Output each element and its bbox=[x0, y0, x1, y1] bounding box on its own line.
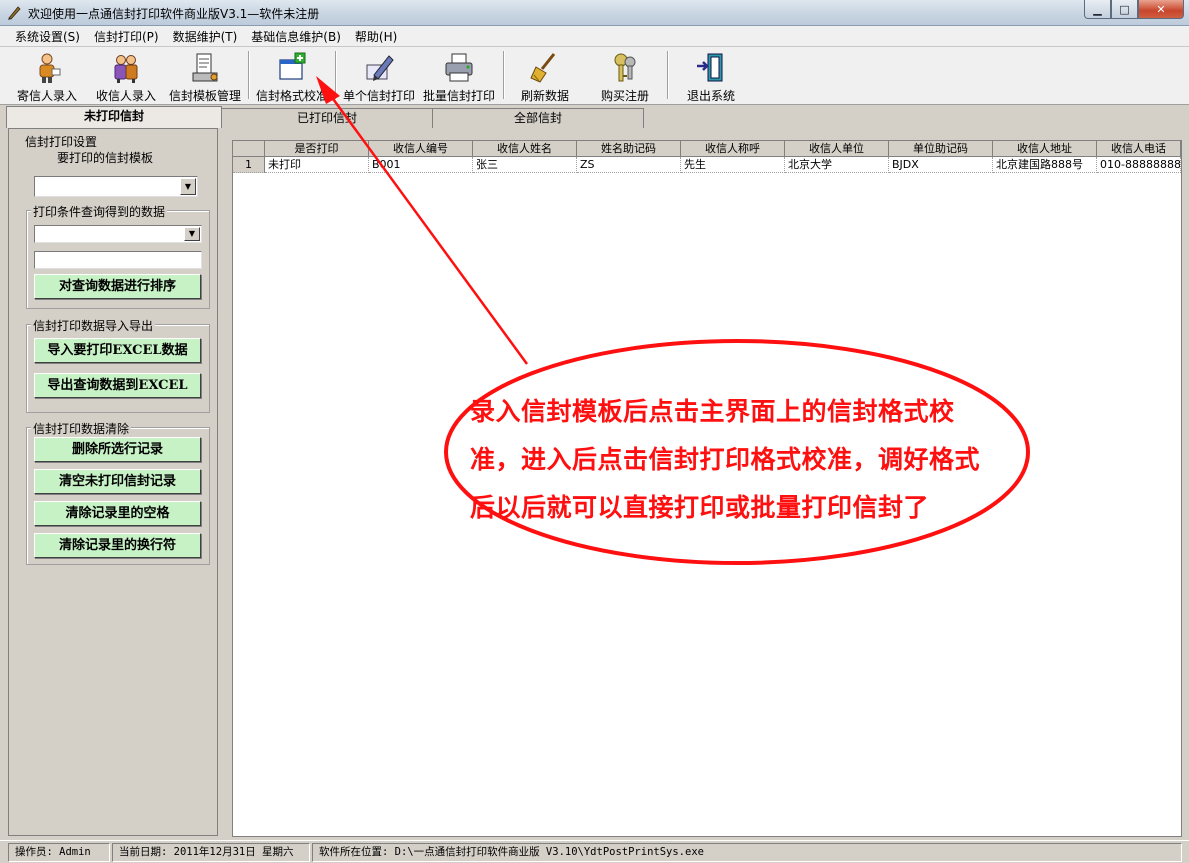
title-bar: 欢迎使用一点通信封打印软件商业版V3.1—软件未注册 ▁ □ ✕ bbox=[0, 0, 1189, 26]
batch-print-button[interactable]: 批量信封打印 bbox=[419, 49, 499, 103]
recipient-people-icon bbox=[114, 55, 138, 83]
table-cell[interactable]: 010-88888888 bbox=[1097, 157, 1181, 173]
exit-door-icon bbox=[697, 53, 723, 82]
column-header[interactable]: 单位助记码 bbox=[889, 141, 993, 157]
table-cell[interactable]: 未打印 bbox=[265, 157, 369, 173]
import-export-title: 信封打印数据导入导出 bbox=[31, 317, 156, 334]
toolbar-separator bbox=[335, 51, 337, 99]
tab-all[interactable]: 全部信封 bbox=[432, 108, 644, 128]
buy-register-button[interactable]: 购买注册 bbox=[586, 49, 664, 103]
query-condition-select[interactable]: ▼ bbox=[34, 225, 202, 243]
grid-corner bbox=[233, 141, 265, 157]
tab-strip: 未打印信封 已打印信封 全部信封 bbox=[0, 106, 1189, 128]
column-header[interactable]: 收信人称呼 bbox=[681, 141, 785, 157]
clear-unprinted-button[interactable]: 清空未打印信封记录 bbox=[34, 469, 201, 494]
chevron-down-icon[interactable]: ▼ bbox=[184, 227, 200, 241]
export-excel-button[interactable]: 导出查询数据到EXCEL bbox=[34, 373, 201, 398]
status-location: 软件所在位置: D:\一点通信封打印软件商业版 V3.10\YdtPostPri… bbox=[312, 843, 1182, 862]
table-cell[interactable]: ZS bbox=[577, 157, 681, 173]
toolbar-separator bbox=[667, 51, 669, 99]
refresh-data-button[interactable]: 刷新数据 bbox=[506, 49, 584, 103]
status-operator: 操作员: Admin bbox=[8, 843, 110, 862]
column-header[interactable]: 收信人电话 bbox=[1097, 141, 1181, 157]
table-cell[interactable]: 张三 bbox=[473, 157, 577, 173]
column-header[interactable]: 是否打印 bbox=[265, 141, 369, 157]
menu-help[interactable]: 帮助(H) bbox=[348, 28, 404, 45]
row-number: 1 bbox=[233, 157, 265, 173]
template-manage-button[interactable]: 信封模板管理 bbox=[166, 49, 244, 103]
exit-system-button[interactable]: 退出系统 bbox=[672, 49, 750, 103]
table-cell[interactable]: 北京大学 bbox=[785, 157, 889, 173]
delete-selected-button[interactable]: 删除所选行记录 bbox=[34, 437, 201, 462]
column-header[interactable]: 收信人单位 bbox=[785, 141, 889, 157]
grid-header: 是否打印 收信人编号 收信人姓名 姓名助记码 收信人称呼 收信人单位 单位助记码… bbox=[233, 141, 1181, 157]
window-add-icon bbox=[279, 52, 306, 80]
query-group-title: 打印条件查询得到的数据 bbox=[31, 203, 168, 220]
tab-unprinted[interactable]: 未打印信封 bbox=[6, 106, 222, 128]
import-excel-button[interactable]: 导入要打印EXCEL数据 bbox=[34, 338, 201, 363]
window-controls: ▁ □ ✕ bbox=[1084, 0, 1184, 19]
clear-newlines-button[interactable]: 清除记录里的换行符 bbox=[34, 533, 201, 558]
toolbar-separator bbox=[503, 51, 505, 99]
window-title: 欢迎使用一点通信封打印软件商业版V3.1—软件未注册 bbox=[28, 7, 320, 21]
maximize-button[interactable]: □ bbox=[1111, 0, 1138, 19]
pen-edit-icon bbox=[366, 55, 394, 81]
column-header[interactable]: 收信人地址 bbox=[993, 141, 1097, 157]
sender-entry-button[interactable]: 寄信人录入 bbox=[8, 49, 86, 103]
column-header[interactable]: 收信人姓名 bbox=[473, 141, 577, 157]
table-cell[interactable]: 先生 bbox=[681, 157, 785, 173]
sort-query-button[interactable]: 对查询数据进行排序 bbox=[34, 274, 201, 299]
toolbar-separator bbox=[248, 51, 250, 99]
template-select[interactable]: ▼ bbox=[34, 176, 198, 197]
recipient-entry-button[interactable]: 收信人录入 bbox=[88, 49, 164, 103]
status-bar: 操作员: Admin 当前日期: 2011年12月31日 星期六 软件所在位置:… bbox=[0, 840, 1189, 863]
clear-spaces-button[interactable]: 清除记录里的空格 bbox=[34, 501, 201, 526]
menu-data-maintenance[interactable]: 数据维护(T) bbox=[166, 28, 245, 45]
minimize-button[interactable]: ▁ bbox=[1084, 0, 1111, 19]
keys-icon bbox=[614, 53, 636, 82]
menu-system-settings[interactable]: 系统设置(S) bbox=[8, 28, 87, 45]
tab-printed[interactable]: 已打印信封 bbox=[221, 108, 433, 128]
status-date: 当前日期: 2011年12月31日 星期六 bbox=[112, 843, 310, 862]
sender-person-icon bbox=[39, 53, 61, 83]
menu-envelope-print[interactable]: 信封打印(P) bbox=[87, 28, 166, 45]
column-header[interactable]: 收信人编号 bbox=[369, 141, 473, 157]
toolbar: 寄信人录入 收信人录入 信封模板管理 信封格式校准 单个信封打印 批量信封打印 … bbox=[0, 47, 1189, 105]
menu-bar: 系统设置(S) 信封打印(P) 数据维护(T) 基础信息维护(B) 帮助(H) bbox=[0, 26, 1189, 47]
left-panel: 信封打印设置 要打印的信封模板 ▼ 打印条件查询得到的数据 ▼ 对查询数据进行排… bbox=[8, 128, 218, 836]
format-calibrate-button[interactable]: 信封格式校准 bbox=[252, 49, 332, 103]
close-button[interactable]: ✕ bbox=[1138, 0, 1184, 19]
template-label: 要打印的信封模板 bbox=[57, 151, 154, 165]
query-text-input[interactable] bbox=[34, 251, 202, 269]
broom-icon bbox=[530, 53, 556, 83]
table-row[interactable]: 1 未打印 B001 张三 ZS 先生 北京大学 BJDX 北京建国路888号 … bbox=[233, 157, 1181, 173]
printer-icon bbox=[445, 53, 473, 82]
clear-data-title: 信封打印数据清除 bbox=[31, 420, 132, 437]
chevron-down-icon[interactable]: ▼ bbox=[180, 178, 196, 195]
template-printer-icon bbox=[192, 53, 218, 82]
table-cell[interactable]: 北京建国路888号 bbox=[993, 157, 1097, 173]
table-cell[interactable]: B001 bbox=[369, 157, 473, 173]
menu-basic-info[interactable]: 基础信息维护(B) bbox=[244, 28, 348, 45]
print-settings-title: 信封打印设置 bbox=[25, 135, 98, 149]
column-header[interactable]: 姓名助记码 bbox=[577, 141, 681, 157]
single-print-button[interactable]: 单个信封打印 bbox=[340, 49, 418, 103]
table-cell[interactable]: BJDX bbox=[889, 157, 993, 173]
app-pen-icon bbox=[8, 6, 21, 20]
annotation-text: 录入信封模板后点击主界面上的信封格式校准，进入后点击信封打印格式校准，调好格式后… bbox=[470, 397, 981, 522]
